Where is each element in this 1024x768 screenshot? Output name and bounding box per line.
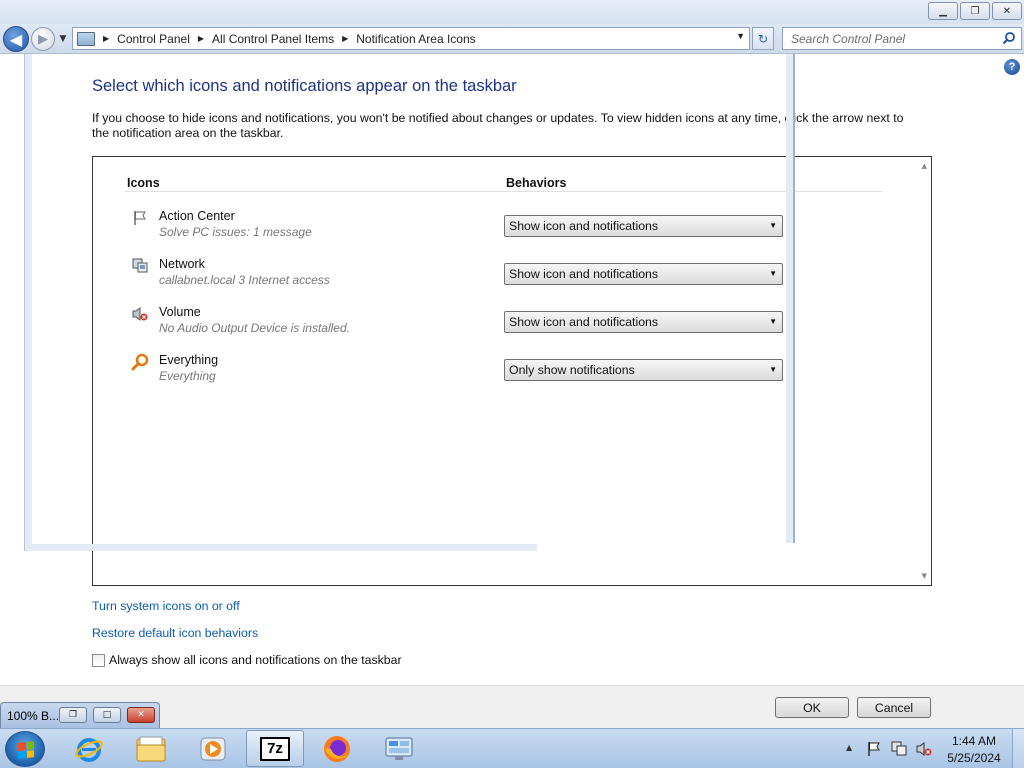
search-input[interactable]: Search Control Panel [782,27,1022,50]
windows-logo-icon [18,741,34,759]
recent-pages-dropdown[interactable]: ▼ [57,33,69,45]
breadcrumb-control-panel[interactable]: Control Panel [117,32,190,46]
media-player-icon[interactable] [184,730,242,767]
chevron-down-icon: ▼ [769,365,777,374]
notification-icons-list[interactable]: Icons Behaviors Action Center Solve PC i… [92,156,932,586]
back-button[interactable]: ◀ [3,26,29,52]
ok-button[interactable]: OK [775,697,849,718]
file-explorer-icon[interactable] [122,730,180,767]
maximize-button[interactable]: ❐ [960,2,990,20]
volume-muted-icon [131,305,149,323]
forward-button[interactable]: ▶ [31,27,55,51]
row-name: Volume [159,305,201,319]
row-status: Solve PC issues: 1 message [159,225,312,239]
show-desktop-button[interactable] [1012,729,1024,768]
chevron-down-icon: ▼ [769,317,777,326]
chevron-right-icon[interactable]: ▶ [103,34,109,43]
help-icon[interactable]: ? [1004,59,1020,75]
title-bar: ▁ ❐ ✕ [0,0,1024,24]
row-name: Everything [159,353,219,367]
behavior-dropdown[interactable]: Show icon and notifications ▼ [504,263,783,285]
header-divider [125,191,883,192]
window-frame-edge [793,54,795,543]
address-dropdown-icon[interactable]: ▼ [736,31,745,41]
always-show-checkbox[interactable] [92,653,105,667]
search-placeholder: Search Control Panel [791,31,906,46]
7zip-label: 7z [260,736,290,761]
control-panel-icon [77,31,95,46]
scroll-down-icon[interactable]: ▼ [922,572,927,580]
list-row-action-center: Action Center Solve PC issues: 1 message… [131,207,891,243]
breadcrumb-all-items[interactable]: All Control Panel Items [212,32,334,46]
always-show-label[interactable]: Always show all icons and notifications … [109,653,402,667]
close-button[interactable]: ✕ [992,2,1022,20]
behavior-dropdown[interactable]: Show icon and notifications ▼ [504,311,783,333]
chevron-down-icon: ▼ [769,269,777,278]
list-row-volume: Volume No Audio Output Device is install… [131,303,891,339]
refresh-button[interactable]: ↻ [752,27,774,50]
close-button[interactable]: ✕ [127,707,155,723]
behavior-selected-value: Show icon and notifications [509,219,659,233]
window-frame-edge [24,54,25,551]
page-title: Select which icons and notifications app… [92,77,517,95]
breadcrumb-notification-area-icons[interactable]: Notification Area Icons [356,32,475,46]
address-bar[interactable]: ▶ Control Panel ▶ All Control Panel Item… [72,27,750,50]
system-clock[interactable]: 1:44 AM 5/25/2024 [943,733,1005,767]
search-icon[interactable] [1002,31,1016,45]
behavior-selected-value: Show icon and notifications [509,315,659,329]
row-status: callabnet.local 3 Internet access [159,273,330,287]
cancel-button[interactable]: Cancel [857,697,931,718]
always-show-option[interactable]: Always show all icons and notifications … [92,653,402,667]
7zip-icon[interactable]: 7z [246,730,304,767]
control-panel-icon[interactable] [370,730,428,767]
row-status: Everything [159,369,216,383]
main-content: ? Select which icons and notifications a… [0,55,1024,685]
start-button[interactable] [5,731,45,767]
restore-defaults-link[interactable]: Restore default icon behaviors [92,626,258,640]
network-icon[interactable] [891,741,907,757]
restore-button[interactable]: ❐ [59,707,87,723]
show-hidden-icons-button[interactable]: ▲ [846,743,852,752]
volume-muted-icon[interactable] [916,741,932,757]
minimized-window[interactable]: 100% B... ❐ □ ✕ [0,702,160,729]
flag-icon[interactable] [866,741,882,757]
network-icon [131,257,149,275]
clock-time: 1:44 AM [951,734,997,748]
list-row-network: Network callabnet.local 3 Internet acces… [131,255,891,291]
row-name: Network [159,257,205,271]
column-header-behaviors: Behaviors [506,176,567,190]
firefox-icon[interactable] [308,730,366,767]
behavior-dropdown[interactable]: Only show notifications ▼ [504,359,783,381]
row-status: No Audio Output Device is installed. [159,321,350,335]
list-scrollbar[interactable]: ▲ ▼ [914,157,931,585]
behavior-dropdown[interactable]: Show icon and notifications ▼ [504,215,783,237]
list-row-everything: Everything Everything Only show notifica… [131,351,891,387]
behavior-selected-value: Only show notifications [509,363,635,377]
navigation-bar: ◀ ▶ ▼ ▶ Control Panel ▶ All Control Pane… [0,24,1024,54]
taskbar: 7z ▲ 1:44 AM 5/25/2024 [0,728,1024,768]
clock-date: 5/25/2024 [947,751,1001,765]
chevron-right-icon[interactable]: ▶ [198,34,204,43]
window-controls: ▁ ❐ ✕ [928,2,1022,20]
system-icons-link[interactable]: Turn system icons on or off [92,599,240,613]
chevron-down-icon: ▼ [769,221,777,230]
magnifier-icon [131,353,149,371]
chevron-right-icon[interactable]: ▶ [342,34,348,43]
scroll-up-icon[interactable]: ▲ [922,162,927,170]
minimized-window-title[interactable]: 100% B... [7,709,59,723]
flag-icon [131,209,149,227]
column-header-icons: Icons [127,176,160,190]
row-name: Action Center [159,209,235,223]
minimize-button[interactable]: ▁ [928,2,958,20]
page-description: If you choose to hide icons and notifica… [92,111,904,140]
window-frame-gap [537,543,795,551]
internet-explorer-icon[interactable] [60,730,118,767]
behavior-selected-value: Show icon and notifications [509,267,659,281]
maximize-button[interactable]: □ [93,707,121,723]
